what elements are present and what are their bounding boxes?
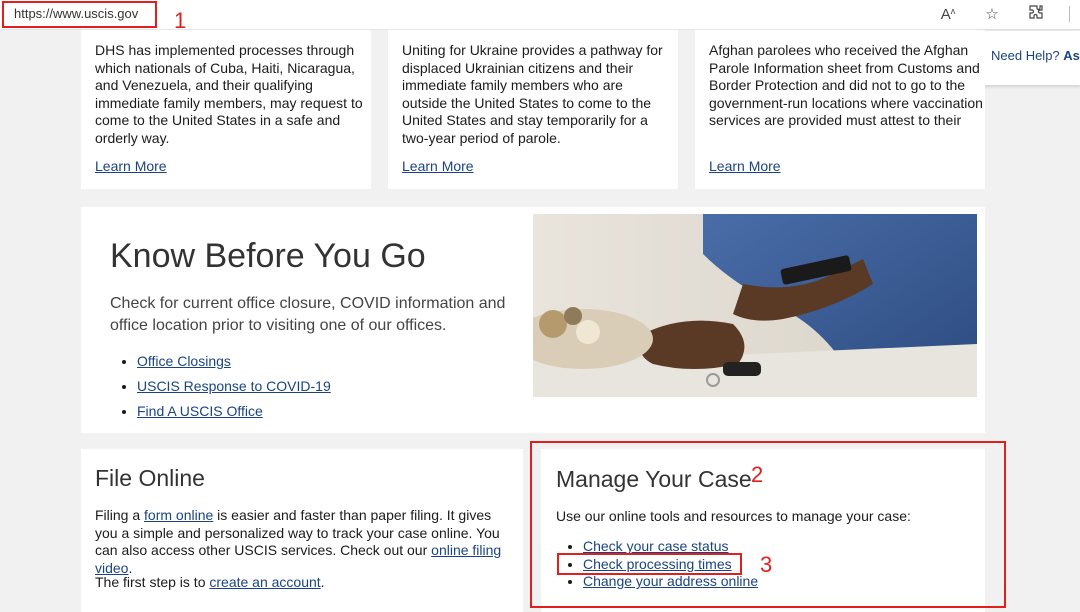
card-text: DHS has implemented processes through wh…: [95, 42, 363, 146]
first-step-paragraph: The first step is to create an account.: [95, 574, 325, 590]
card-ukraine: Uniting for Ukraine provides a pathway f…: [388, 30, 678, 189]
card-cuba-haiti: DHS has implemented processes through wh…: [81, 30, 371, 189]
section-title: File Online: [95, 465, 205, 491]
text-segment: The first step is to: [95, 574, 210, 590]
annotation-box-manage-case: [530, 441, 1006, 608]
find-office-link[interactable]: Find A USCIS Office: [137, 403, 263, 419]
section-title: Know Before You Go: [110, 237, 426, 275]
section-description: Check for current office closure, COVID …: [110, 295, 506, 334]
annotation-box-url: [2, 1, 157, 28]
learn-more-link[interactable]: Learn More: [402, 158, 474, 174]
file-online-paragraph: Filing a form online is easier and faste…: [95, 507, 515, 577]
add-favorite-icon[interactable]: ☆: [981, 5, 1003, 23]
annotation-number-2: 2: [751, 462, 764, 487]
extensions-icon[interactable]: [1025, 4, 1047, 24]
covid-response-link[interactable]: USCIS Response to COVID-19: [137, 378, 331, 394]
learn-more-link[interactable]: Learn More: [709, 158, 781, 174]
text-segment: Filing a: [95, 507, 145, 523]
card-text: Afghan parolees who received the Afghan …: [709, 42, 983, 129]
annotation-box-processing-times: [557, 553, 742, 575]
form-online-link[interactable]: form online: [144, 507, 213, 523]
learn-more-link[interactable]: Learn More: [95, 158, 167, 174]
text-segment: .: [320, 574, 325, 590]
card-afghan: Afghan parolees who received the Afghan …: [695, 30, 985, 189]
card-text: Uniting for Ukraine provides a pathway f…: [402, 42, 663, 146]
toolbar-icons: Aʌ ☆: [937, 4, 1070, 24]
office-closings-link[interactable]: Office Closings: [137, 353, 231, 369]
know-before-links: Office Closings USCIS Response to COVID-…: [137, 349, 331, 424]
need-help-label: Need Help?: [991, 48, 1060, 63]
hands-phone-keys-photo: [533, 214, 977, 397]
list-item: USCIS Response to COVID-19: [137, 374, 331, 399]
create-account-link[interactable]: create an account: [209, 574, 320, 590]
read-aloud-icon[interactable]: Aʌ: [937, 6, 959, 23]
file-online-section: File Online Filing a form online is easi…: [81, 449, 523, 612]
ask-label: Ask: [1063, 48, 1080, 63]
need-help-widget[interactable]: Need Help? Ask: [978, 31, 1080, 85]
list-item: Office Closings: [137, 349, 331, 374]
annotation-number-3: 3: [760, 552, 773, 577]
toolbar-divider: [1069, 6, 1070, 22]
list-item: Find A USCIS Office: [137, 399, 331, 424]
browser-toolbar: https://www.uscis.gov Aʌ ☆: [0, 0, 1080, 30]
